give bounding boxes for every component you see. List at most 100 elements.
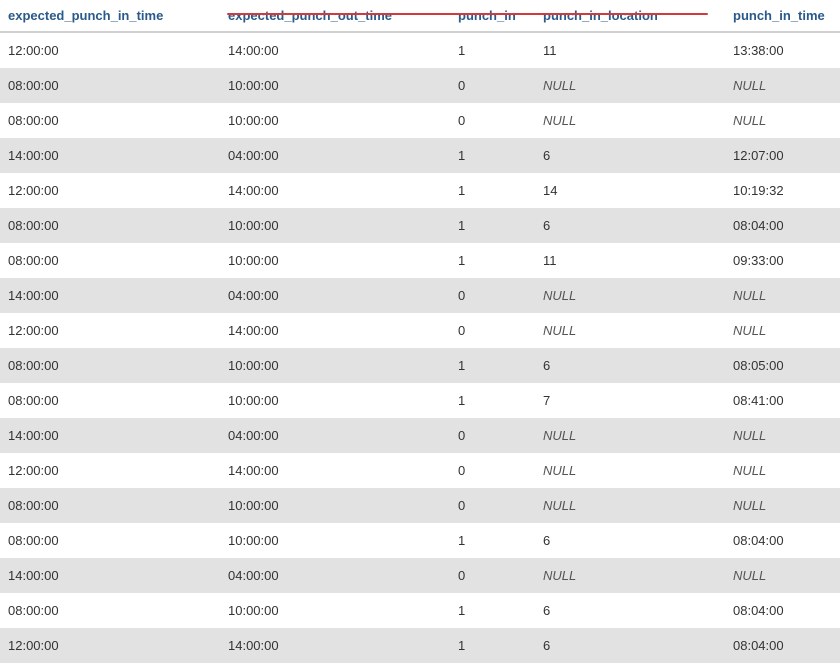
- cell-punch-in-location: NULL: [535, 313, 725, 348]
- cell-punch-in-location: 11: [535, 243, 725, 278]
- cell-punch-in-location: NULL: [535, 418, 725, 453]
- col-header-expected-punch-out-time[interactable]: expected_punch_out_time: [220, 0, 450, 32]
- cell-punch-in: 0: [450, 558, 535, 593]
- cell-expected-punch-in-time: 08:00:00: [0, 383, 220, 418]
- cell-punch-in-location: 6: [535, 208, 725, 243]
- table-body: 12:00:0014:00:0011113:38:0008:00:0010:00…: [0, 32, 840, 663]
- cell-punch-in-time: 08:41:00: [725, 383, 840, 418]
- cell-expected-punch-in-time: 14:00:00: [0, 278, 220, 313]
- cell-expected-punch-in-time: 12:00:00: [0, 32, 220, 68]
- cell-expected-punch-out-time: 04:00:00: [220, 138, 450, 173]
- cell-expected-punch-out-time: 14:00:00: [220, 453, 450, 488]
- cell-expected-punch-in-time: 08:00:00: [0, 68, 220, 103]
- cell-punch-in-time: NULL: [725, 103, 840, 138]
- cell-punch-in-time: NULL: [725, 418, 840, 453]
- table-row[interactable]: 08:00:0010:00:000NULLNULL: [0, 488, 840, 523]
- cell-punch-in-time: 08:04:00: [725, 593, 840, 628]
- cell-punch-in-time: 10:19:32: [725, 173, 840, 208]
- cell-punch-in: 0: [450, 103, 535, 138]
- table-header-row: expected_punch_in_time expected_punch_ou…: [0, 0, 840, 32]
- cell-expected-punch-out-time: 14:00:00: [220, 173, 450, 208]
- cell-punch-in-time: 08:05:00: [725, 348, 840, 383]
- cell-expected-punch-out-time: 10:00:00: [220, 383, 450, 418]
- table-header: expected_punch_in_time expected_punch_ou…: [0, 0, 840, 32]
- cell-punch-in: 1: [450, 628, 535, 663]
- cell-expected-punch-in-time: 08:00:00: [0, 103, 220, 138]
- cell-punch-in-location: NULL: [535, 453, 725, 488]
- table-row[interactable]: 14:00:0004:00:001612:07:00: [0, 138, 840, 173]
- cell-punch-in-location: 14: [535, 173, 725, 208]
- cell-expected-punch-in-time: 08:00:00: [0, 243, 220, 278]
- table-row[interactable]: 12:00:0014:00:000NULLNULL: [0, 453, 840, 488]
- cell-expected-punch-in-time: 12:00:00: [0, 173, 220, 208]
- cell-punch-in: 0: [450, 453, 535, 488]
- cell-expected-punch-in-time: 12:00:00: [0, 628, 220, 663]
- table-row[interactable]: 08:00:0010:00:000NULLNULL: [0, 68, 840, 103]
- col-header-punch-in[interactable]: punch_in: [450, 0, 535, 32]
- cell-punch-in: 0: [450, 488, 535, 523]
- cell-expected-punch-out-time: 10:00:00: [220, 348, 450, 383]
- cell-punch-in-time: NULL: [725, 68, 840, 103]
- cell-punch-in-time: NULL: [725, 453, 840, 488]
- cell-expected-punch-in-time: 12:00:00: [0, 453, 220, 488]
- cell-punch-in: 1: [450, 208, 535, 243]
- cell-expected-punch-out-time: 04:00:00: [220, 558, 450, 593]
- col-header-punch-in-time[interactable]: punch_in_time: [725, 0, 840, 32]
- cell-punch-in-location: 7: [535, 383, 725, 418]
- table-row[interactable]: 08:00:0010:00:001608:05:00: [0, 348, 840, 383]
- cell-punch-in-location: 6: [535, 138, 725, 173]
- cell-expected-punch-in-time: 08:00:00: [0, 348, 220, 383]
- cell-punch-in: 1: [450, 173, 535, 208]
- table-row[interactable]: 14:00:0004:00:000NULLNULL: [0, 278, 840, 313]
- data-table: expected_punch_in_time expected_punch_ou…: [0, 0, 840, 663]
- cell-punch-in: 0: [450, 418, 535, 453]
- cell-expected-punch-in-time: 08:00:00: [0, 488, 220, 523]
- cell-expected-punch-out-time: 14:00:00: [220, 628, 450, 663]
- cell-punch-in: 0: [450, 278, 535, 313]
- col-header-punch-in-location[interactable]: punch_in_location: [535, 0, 725, 32]
- cell-punch-in-location: NULL: [535, 103, 725, 138]
- table-row[interactable]: 08:00:0010:00:000NULLNULL: [0, 103, 840, 138]
- col-header-expected-punch-in-time[interactable]: expected_punch_in_time: [0, 0, 220, 32]
- cell-punch-in: 0: [450, 313, 535, 348]
- table-row[interactable]: 12:00:0014:00:000NULLNULL: [0, 313, 840, 348]
- cell-expected-punch-out-time: 10:00:00: [220, 68, 450, 103]
- cell-expected-punch-out-time: 10:00:00: [220, 593, 450, 628]
- cell-expected-punch-out-time: 10:00:00: [220, 243, 450, 278]
- cell-expected-punch-in-time: 08:00:00: [0, 208, 220, 243]
- cell-punch-in-location: NULL: [535, 68, 725, 103]
- cell-expected-punch-in-time: 08:00:00: [0, 593, 220, 628]
- table-row[interactable]: 08:00:0010:00:001608:04:00: [0, 523, 840, 558]
- cell-expected-punch-in-time: 14:00:00: [0, 418, 220, 453]
- table-row[interactable]: 12:00:0014:00:0011113:38:00: [0, 32, 840, 68]
- cell-punch-in-time: NULL: [725, 558, 840, 593]
- cell-expected-punch-in-time: 08:00:00: [0, 523, 220, 558]
- cell-expected-punch-in-time: 14:00:00: [0, 558, 220, 593]
- cell-punch-in-location: 11: [535, 32, 725, 68]
- cell-punch-in: 1: [450, 243, 535, 278]
- cell-expected-punch-out-time: 04:00:00: [220, 418, 450, 453]
- table-row[interactable]: 12:00:0014:00:0011410:19:32: [0, 173, 840, 208]
- cell-punch-in-location: 6: [535, 523, 725, 558]
- cell-punch-in-location: NULL: [535, 488, 725, 523]
- cell-punch-in-time: 12:07:00: [725, 138, 840, 173]
- cell-expected-punch-in-time: 12:00:00: [0, 313, 220, 348]
- cell-punch-in-time: NULL: [725, 278, 840, 313]
- cell-expected-punch-out-time: 04:00:00: [220, 278, 450, 313]
- table-row[interactable]: 08:00:0010:00:001708:41:00: [0, 383, 840, 418]
- table-row[interactable]: 14:00:0004:00:000NULLNULL: [0, 418, 840, 453]
- table-row[interactable]: 08:00:0010:00:0011109:33:00: [0, 243, 840, 278]
- cell-expected-punch-in-time: 14:00:00: [0, 138, 220, 173]
- table-row[interactable]: 08:00:0010:00:001608:04:00: [0, 593, 840, 628]
- table-row[interactable]: 14:00:0004:00:000NULLNULL: [0, 558, 840, 593]
- cell-punch-in-time: 09:33:00: [725, 243, 840, 278]
- cell-expected-punch-out-time: 14:00:00: [220, 313, 450, 348]
- cell-punch-in-time: NULL: [725, 313, 840, 348]
- cell-punch-in-time: 08:04:00: [725, 523, 840, 558]
- table-row[interactable]: 08:00:0010:00:001608:04:00: [0, 208, 840, 243]
- table-row[interactable]: 12:00:0014:00:001608:04:00: [0, 628, 840, 663]
- cell-punch-in: 0: [450, 68, 535, 103]
- cell-expected-punch-out-time: 10:00:00: [220, 523, 450, 558]
- cell-punch-in-location: 6: [535, 593, 725, 628]
- cell-punch-in-time: NULL: [725, 488, 840, 523]
